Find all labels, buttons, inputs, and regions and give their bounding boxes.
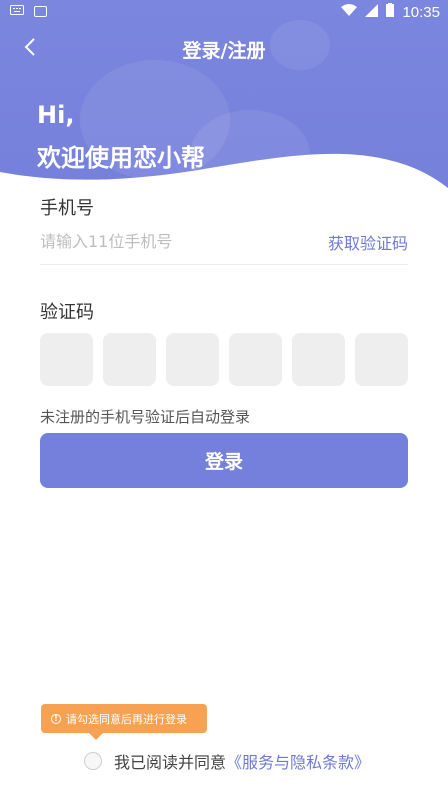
code-input-group xyxy=(40,333,408,386)
auto-login-hint: 未注册的手机号验证后自动登录 xyxy=(40,408,251,426)
tooltip-text: 请勾选同意后再进行登录 xyxy=(66,712,187,726)
code-box[interactable] xyxy=(355,333,408,386)
status-bar: 10:35 xyxy=(0,0,448,24)
agree-checkbox[interactable] xyxy=(84,752,102,770)
agreement-row: 我已阅读并同意 《服务与隐私条款》 xyxy=(84,749,370,773)
code-box[interactable] xyxy=(292,333,345,386)
agreement-text: 我已阅读并同意 xyxy=(114,753,227,772)
wifi-icon xyxy=(341,3,358,21)
a-notification-icon xyxy=(34,6,47,17)
code-box[interactable] xyxy=(103,333,156,386)
agreement-tooltip: ! 请勾选同意后再进行登录 xyxy=(41,704,207,740)
page-title: 登录/注册 xyxy=(182,40,266,62)
code-box[interactable] xyxy=(229,333,282,386)
info-icon: ! xyxy=(51,713,61,724)
battery-icon xyxy=(386,3,395,21)
code-box[interactable] xyxy=(166,333,219,386)
phone-label: 手机号 xyxy=(40,198,94,219)
greeting-line-2: 欢迎使用恋小帮 xyxy=(37,144,205,172)
privacy-terms-link[interactable]: 《服务与隐私条款》 xyxy=(226,749,370,773)
code-box[interactable] xyxy=(40,333,93,386)
login-button[interactable]: 登录 xyxy=(40,433,408,488)
phone-input[interactable] xyxy=(40,228,310,254)
signal-icon xyxy=(365,3,379,21)
keyboard-icon xyxy=(10,4,24,19)
greeting-line-1: Hi, xyxy=(37,101,75,129)
phone-field-row: 获取验证码 xyxy=(40,228,408,265)
get-code-button[interactable]: 获取验证码 xyxy=(328,230,408,254)
status-time: 10:35 xyxy=(402,3,440,21)
code-label: 验证码 xyxy=(40,302,94,323)
